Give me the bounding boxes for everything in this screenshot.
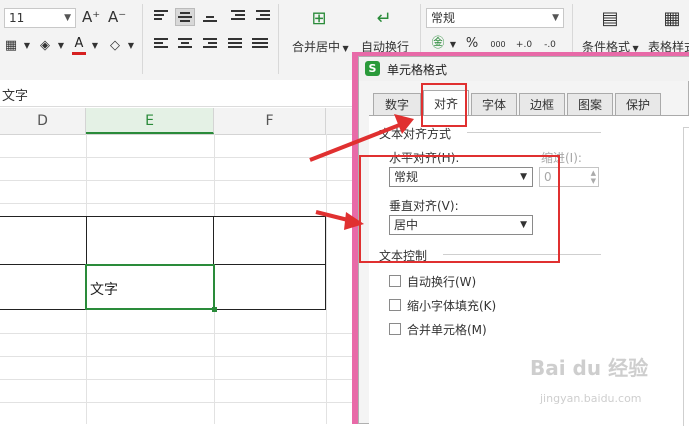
arrow-to-alignment-icon (315, 210, 364, 230)
baidu-watermark: Bai du 经验 (530, 356, 649, 380)
arrow-to-tab-icon (309, 114, 414, 162)
watermark-url: jingyan.baidu.com (540, 392, 642, 405)
